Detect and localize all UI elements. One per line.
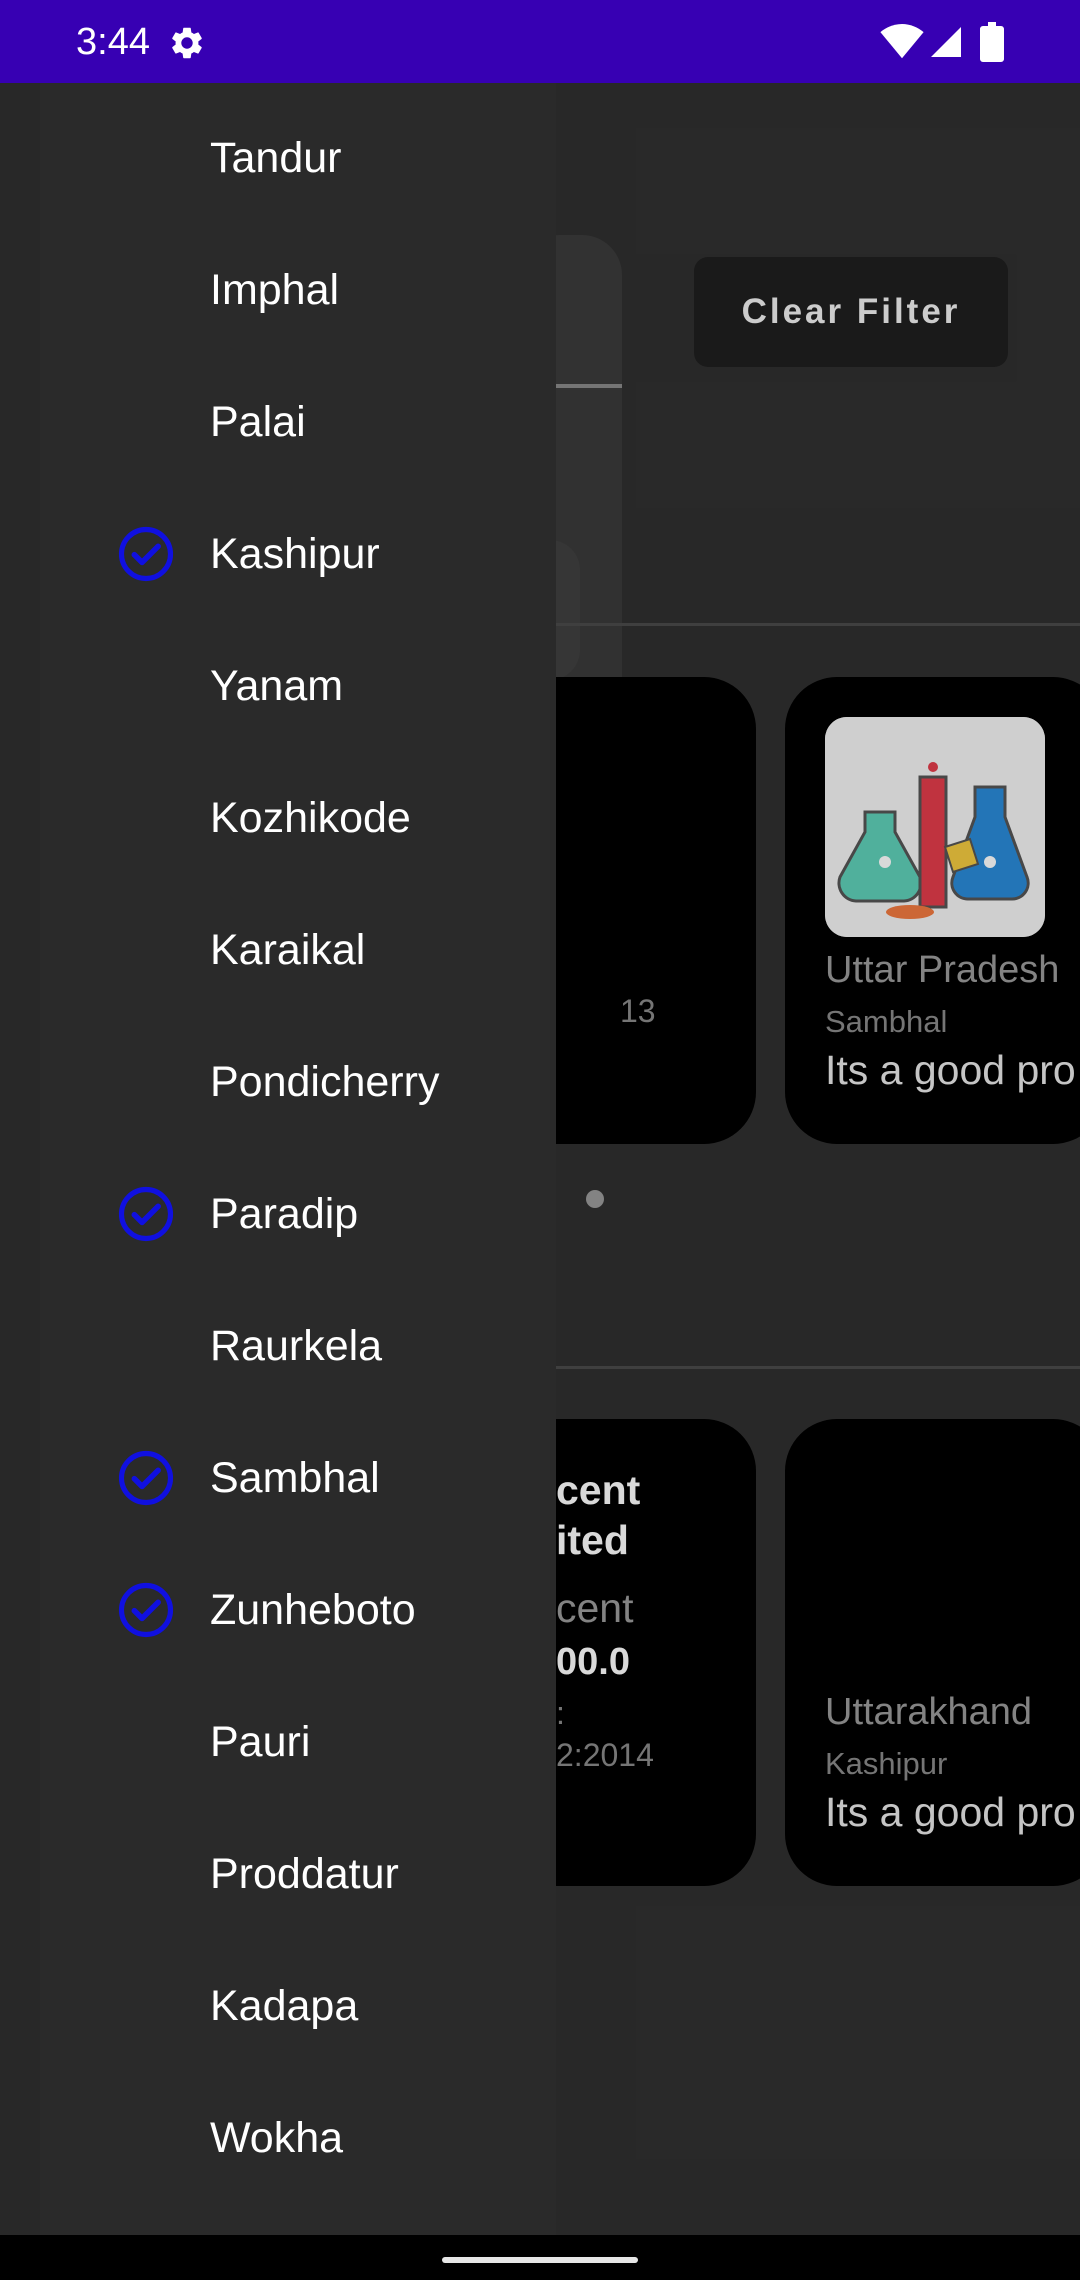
battery-icon bbox=[980, 22, 1004, 62]
gear-icon bbox=[172, 27, 202, 59]
menu-item[interactable]: Yanam bbox=[40, 620, 556, 752]
wifi-icon bbox=[880, 24, 924, 59]
menu-item-label: Pondicherry bbox=[210, 1058, 440, 1106]
menu-item-label: Paradip bbox=[210, 1190, 359, 1238]
menu-item[interactable]: Pondicherry bbox=[40, 1016, 556, 1148]
menu-item[interactable]: Pauri bbox=[40, 1676, 556, 1808]
menu-item-label: Raurkela bbox=[210, 1322, 383, 1370]
menu-item-label: Palai bbox=[210, 398, 306, 446]
menu-item-label: Zunheboto bbox=[210, 1586, 416, 1634]
menu-item-label: Proddatur bbox=[210, 1850, 399, 1898]
menu-item[interactable]: Palai bbox=[40, 356, 556, 488]
menu-item[interactable]: Imphal bbox=[40, 224, 556, 356]
menu-item[interactable]: Kashipur bbox=[40, 488, 556, 620]
menu-item[interactable]: Paradip bbox=[40, 1148, 556, 1280]
menu-item[interactable]: Wokha bbox=[40, 2072, 556, 2204]
menu-item[interactable]: Kadapa bbox=[40, 1940, 556, 2072]
signal-icon bbox=[931, 27, 961, 57]
menu-item-label: Kozhikode bbox=[210, 794, 411, 842]
menu-item[interactable]: Raurkela bbox=[40, 1280, 556, 1412]
check-circle-icon bbox=[118, 1582, 174, 1638]
check-circle-icon bbox=[118, 526, 174, 582]
check-circle-icon bbox=[118, 1186, 174, 1242]
menu-item-label: Kadapa bbox=[210, 1982, 359, 2030]
status-bar: 3:44 bbox=[0, 0, 1080, 83]
status-time: 3:44 bbox=[76, 21, 150, 63]
menu-item[interactable]: Sambhal bbox=[40, 1412, 556, 1544]
menu-item-label: Karaikal bbox=[210, 926, 366, 974]
app-screen: 3:44 Clear Filter 13 Uttar Pradesh Sambh… bbox=[0, 0, 1080, 2280]
menu-item-label: Imphal bbox=[210, 266, 340, 314]
menu-item[interactable]: Zunheboto bbox=[40, 1544, 556, 1676]
menu-item-label: Tandur bbox=[210, 134, 342, 182]
menu-item-label: Sambhal bbox=[210, 1454, 380, 1502]
menu-item-label: Yanam bbox=[210, 662, 344, 710]
menu-item[interactable]: Proddatur bbox=[40, 1808, 556, 1940]
menu-item-label: Kashipur bbox=[210, 530, 380, 578]
menu-item[interactable]: Karaikal bbox=[40, 884, 556, 1016]
menu-item-label: Wokha bbox=[210, 2114, 344, 2162]
menu-item-label: Pauri bbox=[210, 1718, 311, 1766]
check-circle-icon bbox=[118, 1450, 174, 1506]
city-filter-menu: Tandur Imphal Palai Kashipur Yanam Kozhikode K… bbox=[40, 83, 556, 2235]
home-gesture-handle[interactable] bbox=[442, 2257, 638, 2263]
menu-item[interactable]: Tandur bbox=[40, 92, 556, 224]
menu-item[interactable]: Kozhikode bbox=[40, 752, 556, 884]
